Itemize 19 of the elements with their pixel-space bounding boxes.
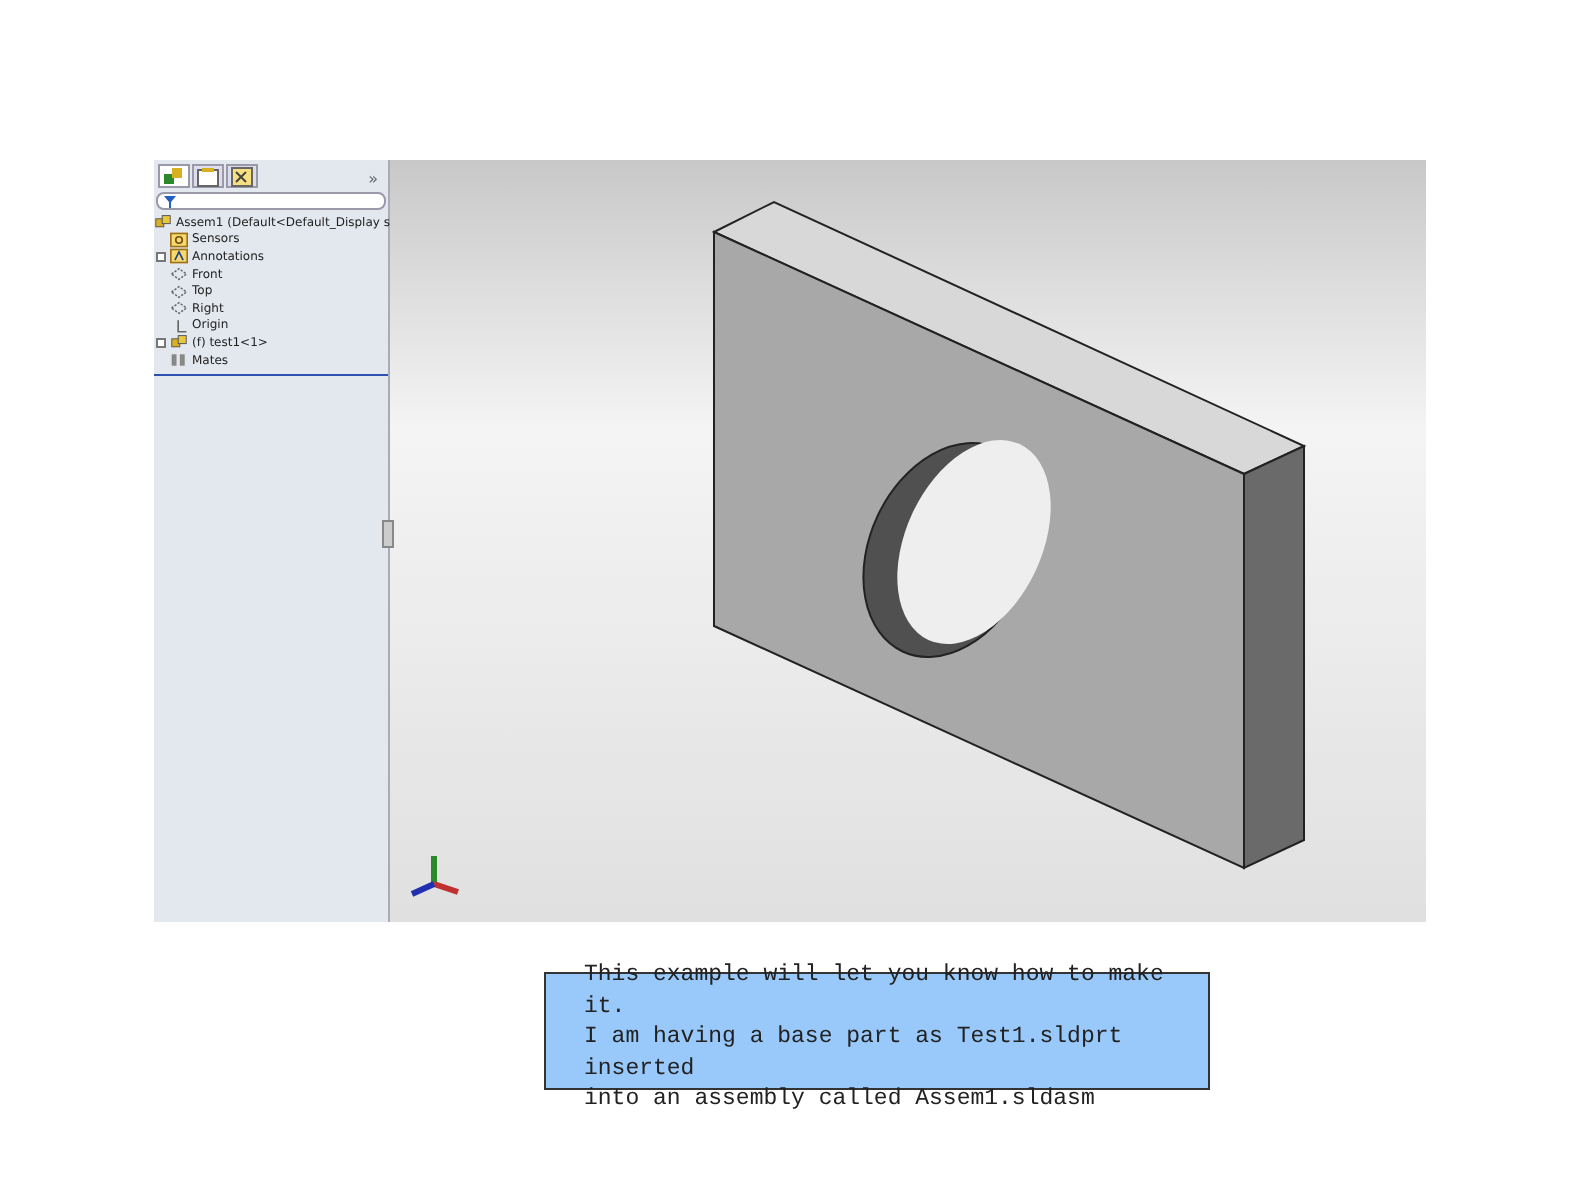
panel-tab[interactable] xyxy=(192,164,224,188)
expand-panel-button[interactable]: » xyxy=(368,170,384,188)
assembly-icon xyxy=(170,334,188,351)
splitter-handle[interactable] xyxy=(382,520,394,548)
mates-icon xyxy=(170,352,188,369)
panel-tab[interactable] xyxy=(226,164,258,188)
caption-text: inserted xyxy=(584,1053,697,1085)
caption-text: I am having a base part as Test1.sldprt xyxy=(584,1022,1125,1054)
expand-toggle[interactable] xyxy=(156,337,166,348)
sensor-icon xyxy=(170,231,188,248)
axis-triad-icon xyxy=(410,856,459,897)
caption-text: into an assembly called Assem1.sldasm xyxy=(584,1084,1097,1116)
filter-field[interactable] xyxy=(156,192,386,210)
assembly-icon xyxy=(154,214,172,231)
annotation-icon xyxy=(170,248,188,265)
panel-tab[interactable] xyxy=(158,164,190,188)
filter-icon xyxy=(164,195,180,207)
caption-text: it. xyxy=(584,991,628,1023)
expand-toggle[interactable] xyxy=(156,251,166,262)
